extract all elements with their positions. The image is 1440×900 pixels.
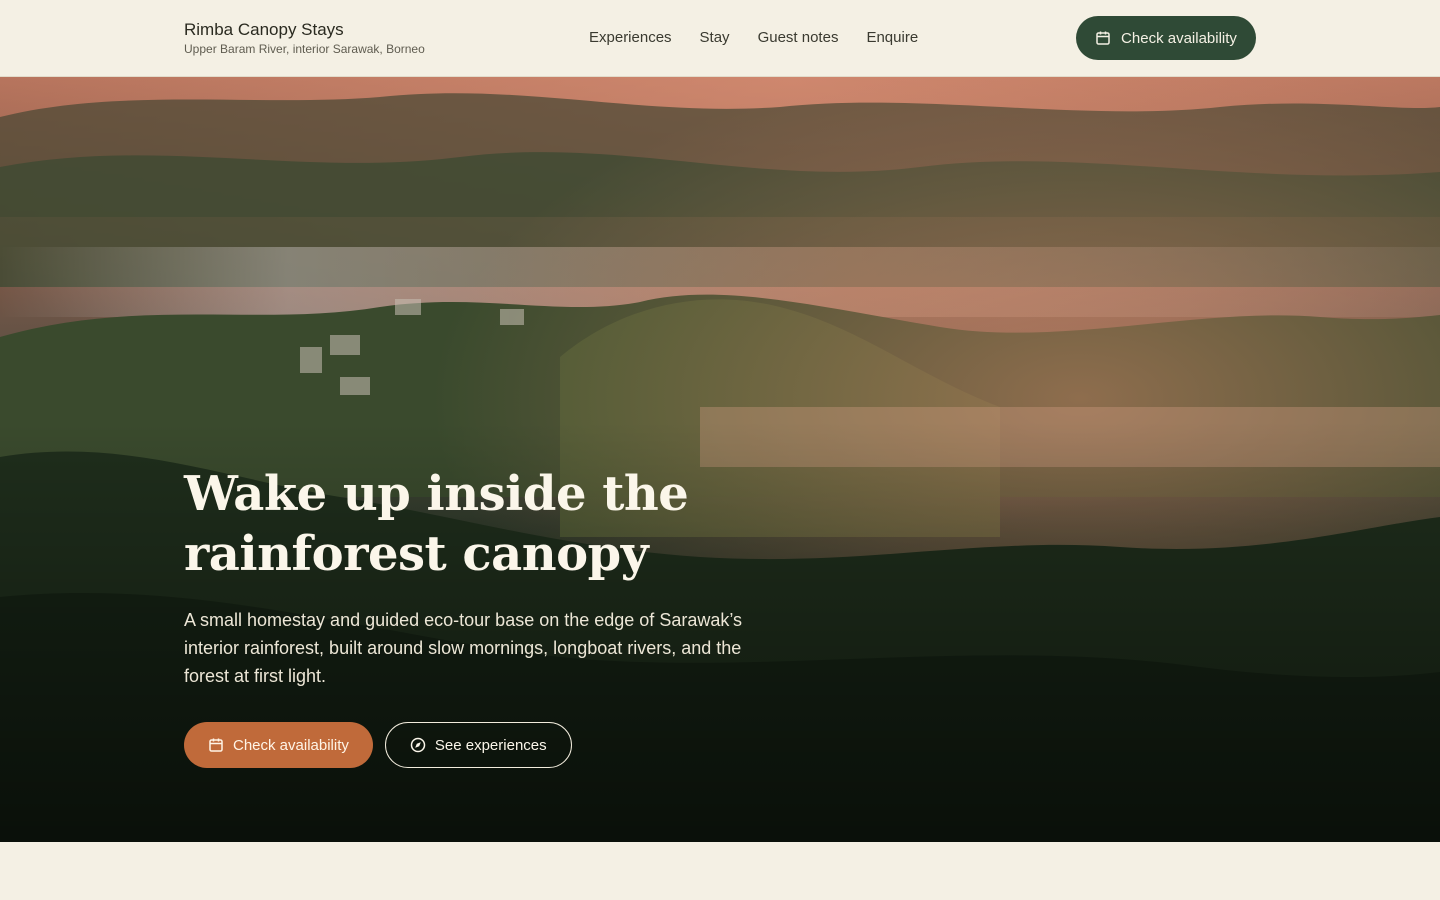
compass-icon <box>410 737 426 753</box>
hero-section: Wake up inside the rainforest canopy A s… <box>0 77 1440 842</box>
nav-link-stay[interactable]: Stay <box>700 29 730 47</box>
nav-link-guest-notes[interactable]: Guest notes <box>758 29 839 47</box>
hero-actions: Check availability See experiences <box>184 722 884 768</box>
nav-link-experiences[interactable]: Experiences <box>589 29 672 47</box>
hero-title: Wake up inside the rainforest canopy <box>184 466 689 582</box>
calendar-icon <box>208 737 224 753</box>
header-check-availability-button[interactable]: Check availability <box>1076 16 1256 60</box>
nav-link-enquire[interactable]: Enquire <box>866 29 918 47</box>
main-nav: Experiences Stay Guest notes Enquire <box>589 29 918 47</box>
see-experiences-button[interactable]: See experiences <box>384 722 572 768</box>
hero-check-availability-button[interactable]: Check availability <box>184 722 373 768</box>
calendar-icon <box>1095 30 1111 46</box>
hero-description: A small homestay and guided eco-tour bas… <box>184 610 743 686</box>
brand[interactable]: Rimba Canopy Stays Upper Baram River, in… <box>184 20 425 56</box>
hero-content: Wake up inside the rainforest canopy A s… <box>184 464 884 768</box>
header-check-availability-label: Check availability <box>1121 29 1237 47</box>
brand-location: Upper Baram River, interior Sarawak, Bor… <box>184 42 425 56</box>
site-header: Rimba Canopy Stays Upper Baram River, in… <box>0 0 1440 77</box>
see-experiences-label: See experiences <box>434 736 547 754</box>
brand-name[interactable]: Rimba Canopy Stays <box>184 20 425 40</box>
hero-check-availability-label: Check availability <box>233 736 349 754</box>
